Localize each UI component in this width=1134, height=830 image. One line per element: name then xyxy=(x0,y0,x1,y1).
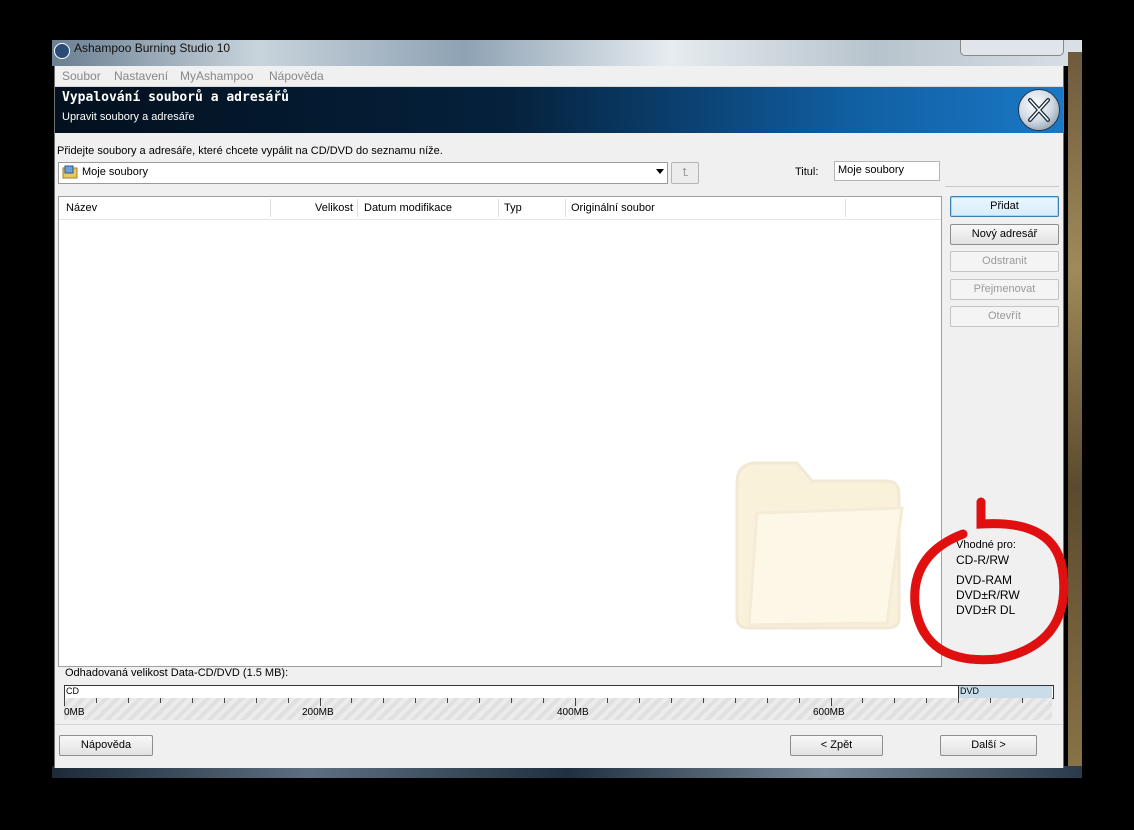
scale-tick xyxy=(767,698,768,703)
scale-tick xyxy=(575,698,576,706)
scale-tick xyxy=(64,698,65,706)
folder-computer-icon xyxy=(62,165,78,179)
column-size[interactable]: Velikost xyxy=(315,202,353,214)
file-list[interactable]: Název Velikost Datum modifikace Typ Orig… xyxy=(58,196,942,667)
column-modified[interactable]: Datum modifikace xyxy=(364,202,452,214)
scale-label-200: 200MB xyxy=(302,707,334,718)
location-value: Moje soubory xyxy=(82,166,149,178)
scale-tick xyxy=(415,698,416,703)
open-button[interactable]: Otevřít xyxy=(950,306,1059,327)
footer-divider xyxy=(55,724,1063,725)
scale-tick xyxy=(383,698,384,703)
column-original[interactable]: Originální soubor xyxy=(571,202,655,214)
column-name[interactable]: Název xyxy=(66,202,97,214)
folder-up-button[interactable]: ⮤ xyxy=(671,162,699,184)
scale-tick xyxy=(511,698,512,703)
new-folder-button[interactable]: Nový adresář xyxy=(950,224,1059,245)
scale-label-400: 400MB xyxy=(557,707,589,718)
scale-tick xyxy=(799,698,800,703)
ashampoo-logo-icon xyxy=(1018,89,1060,131)
scale-tick xyxy=(543,698,544,703)
menu-myashampoo[interactable]: MyAshampoo xyxy=(180,69,253,83)
scale-tick xyxy=(224,698,225,703)
scale-label-0: 0MB xyxy=(64,707,85,718)
menu-napoveda[interactable]: Nápověda xyxy=(269,69,324,83)
divider xyxy=(945,186,1059,187)
folder-up-icon: ⮤ xyxy=(681,167,689,179)
scale-tick xyxy=(351,698,352,703)
back-button[interactable]: < Zpět xyxy=(790,735,883,756)
scale-tick xyxy=(447,698,448,703)
red-annotation-circle xyxy=(910,497,1069,665)
menu-nastaveni[interactable]: Nastavení xyxy=(114,69,168,83)
window-controls[interactable] xyxy=(960,40,1064,56)
file-list-header: Název Velikost Datum modifikace Typ Orig… xyxy=(59,197,941,220)
column-type[interactable]: Typ xyxy=(504,202,522,214)
app-icon xyxy=(54,43,70,59)
scale-tick xyxy=(958,698,959,703)
title-label: Titul: xyxy=(795,166,819,178)
dvd-marker: DVD xyxy=(958,686,1052,698)
dropdown-arrow-icon[interactable] xyxy=(656,169,664,174)
window-title: Ashampoo Burning Studio 10 xyxy=(74,41,231,55)
app-window: Soubor Nastavení MyAshampoo Nápověda Vyp… xyxy=(54,66,1069,768)
scale-tick xyxy=(1022,698,1023,703)
scale-tick xyxy=(703,698,704,703)
next-button[interactable]: Další > xyxy=(940,735,1037,756)
scale-tick xyxy=(288,698,289,703)
menu-soubor[interactable]: Soubor xyxy=(62,69,101,83)
page-header: Vypalování souborů a adresářů Upravit so… xyxy=(55,87,1063,133)
capacity-scale: 0MB 200MB 400MB 600MB xyxy=(64,698,1052,720)
scale-tick xyxy=(160,698,161,703)
scale-tick xyxy=(479,698,480,703)
help-button[interactable]: Nápověda xyxy=(59,735,153,756)
scale-tick xyxy=(256,698,257,703)
estimated-size-label: Odhadovaná velikost Data-CD/DVD (1.5 MB)… xyxy=(65,667,289,679)
folder-watermark-icon xyxy=(735,461,904,630)
add-button[interactable]: Přidat xyxy=(950,196,1059,217)
scale-tick xyxy=(96,698,97,703)
page-title: Vypalování souborů a adresářů xyxy=(62,90,289,105)
scale-tick xyxy=(894,698,895,703)
cd-marker: CD xyxy=(66,686,79,696)
rename-button[interactable]: Přejmenovat xyxy=(950,279,1059,300)
scale-tick xyxy=(990,698,991,703)
scale-tick xyxy=(128,698,129,703)
title-input[interactable]: Moje soubory xyxy=(834,161,940,181)
scale-tick xyxy=(671,698,672,703)
capacity-meter: CD DVD xyxy=(64,685,1054,699)
scale-tick xyxy=(639,698,640,703)
scale-tick xyxy=(862,698,863,703)
scale-tick xyxy=(735,698,736,703)
location-dropdown[interactable]: Moje soubory xyxy=(58,162,668,184)
scale-tick xyxy=(192,698,193,703)
scale-label-600: 600MB xyxy=(813,707,845,718)
scale-tick xyxy=(607,698,608,703)
scale-tick xyxy=(926,698,927,703)
scale-tick xyxy=(831,698,832,706)
menu-bar: Soubor Nastavení MyAshampoo Nápověda xyxy=(55,66,1063,87)
instruction-text: Přidejte soubory a adresáře, které chcet… xyxy=(57,145,443,157)
page-subtitle: Upravit soubory a adresáře xyxy=(62,111,195,123)
remove-button[interactable]: Odstranit xyxy=(950,251,1059,272)
scale-tick xyxy=(320,698,321,706)
